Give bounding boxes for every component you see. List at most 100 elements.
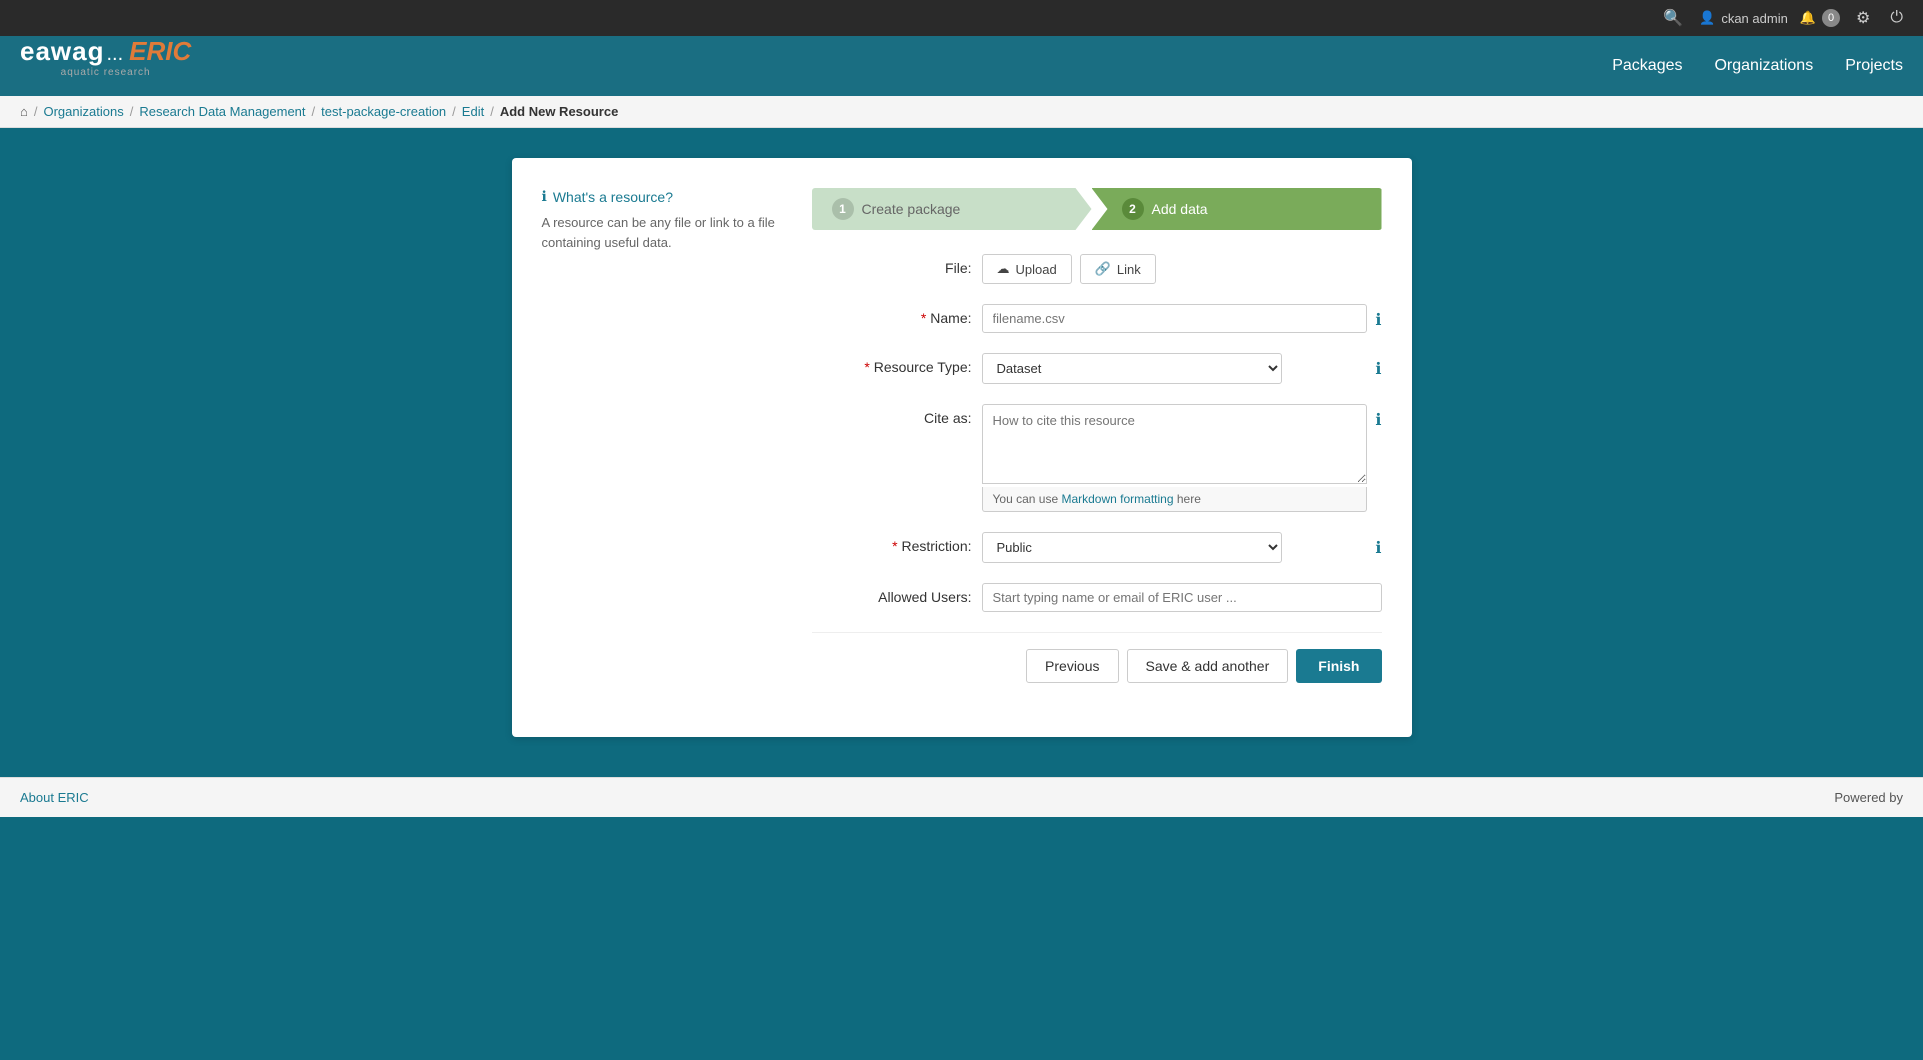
- breadcrumb-sep-3: /: [452, 104, 456, 119]
- name-field-group: ℹ: [982, 304, 1382, 333]
- form-footer: Previous Save & add another Finish: [812, 632, 1382, 683]
- resource-type-field-group: Dataset Code Documentation Other ℹ: [982, 353, 1382, 384]
- breadcrumb-home-icon[interactable]: ⌂: [20, 104, 28, 119]
- user-info: 👤 ckan admin: [1699, 10, 1788, 26]
- cite-field-group: You can use Markdown formatting here ℹ: [982, 404, 1382, 512]
- resource-type-controls: Dataset Code Documentation Other ℹ: [982, 353, 1382, 384]
- info-section: ℹ What's a resource? A resource can be a…: [542, 188, 1382, 683]
- required-star-2: *: [864, 359, 873, 375]
- finish-button[interactable]: Finish: [1296, 649, 1381, 683]
- resource-type-select[interactable]: Dataset Code Documentation Other: [982, 353, 1282, 384]
- name-input-wrapper: [982, 304, 1368, 333]
- link-icon: 🔗: [1095, 261, 1111, 277]
- logo-eawag: eawag: [20, 36, 105, 67]
- breadcrumb-sep-0: /: [34, 104, 38, 119]
- allowed-users-input[interactable]: [982, 583, 1382, 612]
- markdown-note-text: You can use: [993, 492, 1059, 506]
- breadcrumb-rdm[interactable]: Research Data Management: [139, 104, 305, 119]
- resource-type-label: * Resource Type:: [812, 353, 972, 375]
- link-label: Link: [1117, 262, 1141, 277]
- footer-powered-by: Powered by: [1834, 790, 1903, 805]
- info-title-text: What's a resource?: [553, 189, 673, 205]
- resource-type-select-wrapper: Dataset Code Documentation Other: [982, 353, 1368, 384]
- required-star: *: [921, 310, 930, 326]
- file-label: File:: [812, 254, 972, 276]
- breadcrumb-sep-4: /: [490, 104, 494, 119]
- nav-organizations[interactable]: Organizations: [1714, 57, 1813, 75]
- logout-icon-btn[interactable]: ⏻: [1886, 5, 1907, 31]
- upload-label: Upload: [1016, 262, 1057, 277]
- step-2: 2 Add data: [1092, 188, 1382, 230]
- name-info-icon[interactable]: ℹ: [1375, 310, 1381, 330]
- nav-projects[interactable]: Projects: [1845, 57, 1903, 75]
- step-1-label: Create package: [862, 201, 961, 217]
- form-area: 1 Create package 2 Add data File: ☁: [812, 188, 1382, 683]
- info-title: ℹ What's a resource?: [542, 188, 782, 205]
- link-button[interactable]: 🔗 Link: [1080, 254, 1156, 284]
- gear-icon-btn[interactable]: ⚙: [1852, 4, 1874, 32]
- cite-controls: You can use Markdown formatting here ℹ: [982, 404, 1382, 512]
- info-left: ℹ What's a resource? A resource can be a…: [542, 188, 782, 683]
- top-strip: 🔍 👤 ckan admin 🔔 0 ⚙ ⏻: [0, 0, 1923, 36]
- step-1: 1 Create package: [812, 188, 1092, 230]
- nav-packages[interactable]: Packages: [1612, 57, 1682, 75]
- resource-type-info-icon[interactable]: ℹ: [1375, 359, 1381, 379]
- steps-bar: 1 Create package 2 Add data: [812, 188, 1382, 230]
- restriction-field-group: Public Private Restricted ℹ: [982, 532, 1382, 563]
- name-input[interactable]: [982, 304, 1368, 333]
- notification-area: 🔔 0: [1800, 9, 1840, 27]
- restriction-info-icon[interactable]: ℹ: [1375, 538, 1381, 558]
- previous-button[interactable]: Previous: [1026, 649, 1118, 683]
- file-buttons: ☁ Upload 🔗 Link: [982, 254, 1382, 284]
- page-wrapper: ℹ What's a resource? A resource can be a…: [0, 128, 1923, 777]
- breadcrumb-organizations[interactable]: Organizations: [43, 104, 123, 119]
- breadcrumb-sep-1: /: [130, 104, 134, 119]
- restriction-controls: Public Private Restricted ℹ: [982, 532, 1382, 563]
- cite-row: Cite as: You can use Markdown formatting…: [812, 404, 1382, 512]
- upload-button[interactable]: ☁ Upload: [982, 254, 1072, 284]
- cite-info-icon[interactable]: ℹ: [1375, 410, 1381, 430]
- breadcrumb-sep-2: /: [312, 104, 316, 119]
- breadcrumb: ⌂ / Organizations / Research Data Manage…: [0, 96, 1923, 128]
- logo-subtitle: aquatic research: [61, 67, 151, 78]
- page-footer: About ERIC Powered by: [0, 777, 1923, 817]
- cite-textarea[interactable]: [982, 404, 1368, 484]
- name-label: * Name:: [812, 304, 972, 326]
- main-header: eawag ... ERIC aquatic research Packages…: [0, 36, 1923, 96]
- step-2-num: 2: [1122, 198, 1144, 220]
- allowed-users-row: Allowed Users:: [812, 583, 1382, 612]
- footer-about[interactable]: About ERIC: [20, 790, 89, 805]
- name-controls: ℹ: [982, 304, 1382, 333]
- save-add-another-button[interactable]: Save & add another: [1127, 649, 1289, 683]
- info-circle-icon: ℹ: [542, 188, 547, 205]
- restriction-select-wrapper: Public Private Restricted: [982, 532, 1368, 563]
- breadcrumb-package[interactable]: test-package-creation: [321, 104, 446, 119]
- search-icon-btn[interactable]: 🔍: [1659, 4, 1687, 32]
- restriction-label: * Restriction:: [812, 532, 972, 554]
- cite-textarea-wrapper: You can use Markdown formatting here: [982, 404, 1368, 512]
- upload-icon: ☁: [997, 261, 1010, 277]
- restriction-row: * Restriction: Public Private Restricted: [812, 532, 1382, 563]
- file-row: File: ☁ Upload 🔗 Link: [812, 254, 1382, 284]
- cite-label: Cite as:: [812, 404, 972, 426]
- allowed-users-label: Allowed Users:: [812, 583, 972, 605]
- logo-eric: ERIC: [129, 36, 191, 67]
- file-controls: ☁ Upload 🔗 Link: [982, 254, 1382, 284]
- username-label: ckan admin: [1721, 11, 1787, 26]
- resource-type-row: * Resource Type: Dataset Code Documentat…: [812, 353, 1382, 384]
- notification-count: 0: [1822, 9, 1840, 27]
- logo-dots: ...: [107, 43, 124, 66]
- user-icon: 👤: [1699, 10, 1715, 26]
- name-row: * Name: ℹ: [812, 304, 1382, 333]
- breadcrumb-edit[interactable]: Edit: [462, 104, 484, 119]
- step-1-num: 1: [832, 198, 854, 220]
- step-2-label: Add data: [1152, 201, 1208, 217]
- restriction-select[interactable]: Public Private Restricted: [982, 532, 1282, 563]
- markdown-note: You can use Markdown formatting here: [982, 487, 1368, 512]
- info-description: A resource can be any file or link to a …: [542, 213, 782, 252]
- main-card: ℹ What's a resource? A resource can be a…: [512, 158, 1412, 737]
- allowed-users-controls: [982, 583, 1382, 612]
- notification-icon: 🔔: [1800, 10, 1816, 26]
- markdown-note-after: here: [1177, 492, 1201, 506]
- markdown-formatting-link[interactable]: Markdown formatting: [1061, 492, 1173, 506]
